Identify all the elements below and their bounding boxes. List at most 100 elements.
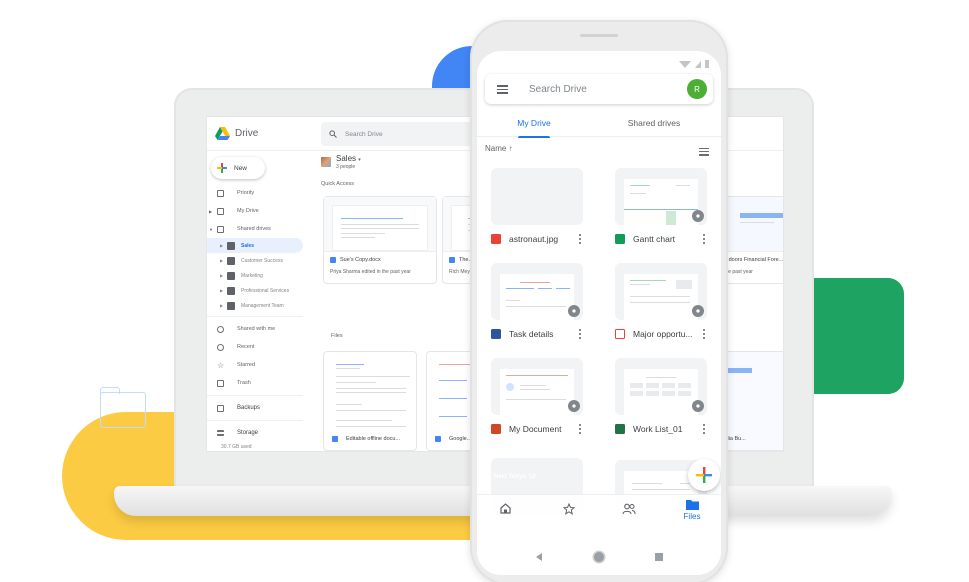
starred-badge-icon	[692, 210, 704, 222]
shared-drive-customer-success[interactable]: ▶ Customer Success	[207, 253, 307, 268]
nav-home[interactable]	[485, 503, 525, 516]
sidebar-item-storage[interactable]: Storage	[207, 424, 307, 442]
chevron-down-icon[interactable]: ▾	[358, 157, 361, 163]
shared-drive-label: Marketing	[241, 272, 263, 279]
tab-bar: My Drive Shared drives	[477, 109, 721, 138]
drive-icon	[227, 256, 235, 265]
file-name: astronaut.jpg	[509, 234, 559, 244]
nav-shared[interactable]	[609, 503, 649, 517]
sort-by-name[interactable]: Name ↑	[485, 144, 513, 153]
sidebar-item-shared-with-me[interactable]: Shared with me	[207, 320, 307, 338]
sidebar-divider	[207, 395, 303, 396]
powerpoint-icon	[491, 424, 501, 434]
more-options-icon[interactable]	[579, 234, 581, 246]
sidebar-item-label: Priority	[237, 190, 255, 196]
search-placeholder: Search Drive	[529, 83, 587, 95]
file-activity: Priya Sharma edited in the past year	[330, 269, 411, 275]
expand-arrow-icon[interactable]: ▶	[220, 288, 223, 293]
shared-drive-marketing[interactable]: ▶ Marketing	[207, 268, 307, 283]
signal-icon	[695, 60, 701, 68]
mobile-search-bar[interactable]: Search Drive R	[485, 74, 713, 104]
sidebar-item-recent[interactable]: Recent	[207, 338, 307, 356]
file-thumbnail	[491, 358, 583, 415]
sidebar-divider	[207, 316, 303, 317]
sidebar-item-shared-drives[interactable]: ▼ Shared drives	[207, 220, 307, 238]
status-bar	[679, 60, 709, 68]
app-name: Drive	[235, 128, 259, 139]
sidebar-item-label: Trash	[237, 380, 251, 386]
excel-icon	[615, 424, 625, 434]
file-name: Gantt chart	[633, 234, 676, 244]
decorative-green-shape	[812, 278, 904, 394]
expand-arrow-icon[interactable]: ▶	[220, 243, 223, 248]
nav-files[interactable]: Files	[672, 499, 712, 521]
star-icon: ☆	[217, 360, 225, 370]
more-options-icon[interactable]	[703, 329, 705, 341]
more-options-icon[interactable]	[579, 329, 581, 341]
sidebar-item-backups[interactable]: Backups	[207, 399, 307, 417]
drive-logo[interactable]: Drive	[215, 127, 258, 140]
quick-access-card[interactable]: Sue's Copy.docx Priya Sharma edited in t…	[323, 196, 437, 284]
file-thumbnail	[615, 168, 707, 225]
shared-drive-sales[interactable]: ▶ Sales	[207, 238, 303, 253]
storage-icon	[217, 430, 224, 436]
shared-drive-label: Customer Success	[241, 257, 283, 264]
plus-icon	[696, 467, 712, 483]
more-options-icon[interactable]	[703, 424, 705, 436]
nav-starred[interactable]	[549, 502, 589, 517]
new-fab-button[interactable]	[688, 459, 720, 491]
docs-icon	[435, 436, 441, 442]
file-card[interactable]: Editable offline docu...	[323, 351, 417, 451]
sidebar-item-starred[interactable]: ☆ Starred	[207, 356, 307, 374]
star-icon	[562, 502, 576, 515]
avatar[interactable]: R	[687, 79, 707, 99]
more-options-icon[interactable]	[703, 234, 705, 246]
shared-badge-icon	[568, 305, 580, 317]
folder-icon	[685, 500, 699, 510]
new-button-label: New	[234, 164, 248, 172]
file-name: Task details	[509, 329, 554, 339]
image-thumbnail	[491, 168, 583, 225]
expand-arrow-icon[interactable]: ▶	[220, 303, 223, 308]
trash-icon	[217, 379, 224, 387]
sidebar-item-label: Recent	[237, 344, 255, 350]
tab-shared-drives[interactable]: Shared drives	[619, 109, 689, 137]
drive-title: Sales	[336, 153, 357, 163]
shared-drive-management-team[interactable]: ▶ Management Team	[207, 298, 307, 313]
wifi-icon	[679, 60, 691, 68]
file-name: ...doors Financial Fore...	[724, 257, 784, 263]
expand-arrow-icon[interactable]: ▶	[209, 209, 212, 214]
bottom-nav: Files	[477, 494, 721, 539]
system-nav-bar	[477, 539, 721, 575]
file-thumbnail	[615, 263, 707, 320]
file-name: Editable offline docu...	[346, 436, 401, 442]
docs-icon	[332, 436, 338, 442]
sidebar-item-label: Storage	[237, 430, 259, 436]
drive-avatar	[321, 157, 331, 167]
sidebar-item-trash[interactable]: Trash	[207, 374, 307, 392]
new-button[interactable]: New	[211, 157, 265, 179]
file-name: My Document	[509, 424, 562, 434]
shared-drive-professional-services[interactable]: ▶ Professional Services	[207, 283, 307, 298]
drive-members: 3 people	[336, 163, 356, 170]
home-button-icon[interactable]	[594, 552, 604, 562]
list-view-icon[interactable]	[699, 148, 709, 158]
file-name: Major opportu...	[633, 329, 693, 339]
sidebar-item-label: Starred	[237, 362, 256, 368]
sidebar-item-my-drive[interactable]: ▶ My Drive	[207, 202, 307, 220]
shared-drives-icon	[217, 225, 224, 233]
file-activity: ...e past year	[724, 269, 753, 275]
more-options-icon[interactable]	[579, 424, 581, 436]
menu-icon[interactable]	[497, 85, 508, 96]
sidebar-item-priority[interactable]: Priority	[207, 184, 307, 202]
tab-my-drive[interactable]: My Drive	[507, 109, 561, 138]
drive-icon	[227, 241, 235, 250]
expand-arrow-icon[interactable]: ▶	[220, 258, 223, 263]
shared-icon	[622, 503, 636, 515]
back-icon[interactable]	[536, 553, 542, 561]
recents-icon[interactable]	[655, 553, 663, 561]
file-thumbnail	[491, 263, 583, 320]
expand-arrow-icon[interactable]: ▶	[220, 273, 223, 278]
my-drive-icon	[217, 207, 224, 215]
collapse-arrow-icon[interactable]: ▼	[209, 227, 213, 232]
